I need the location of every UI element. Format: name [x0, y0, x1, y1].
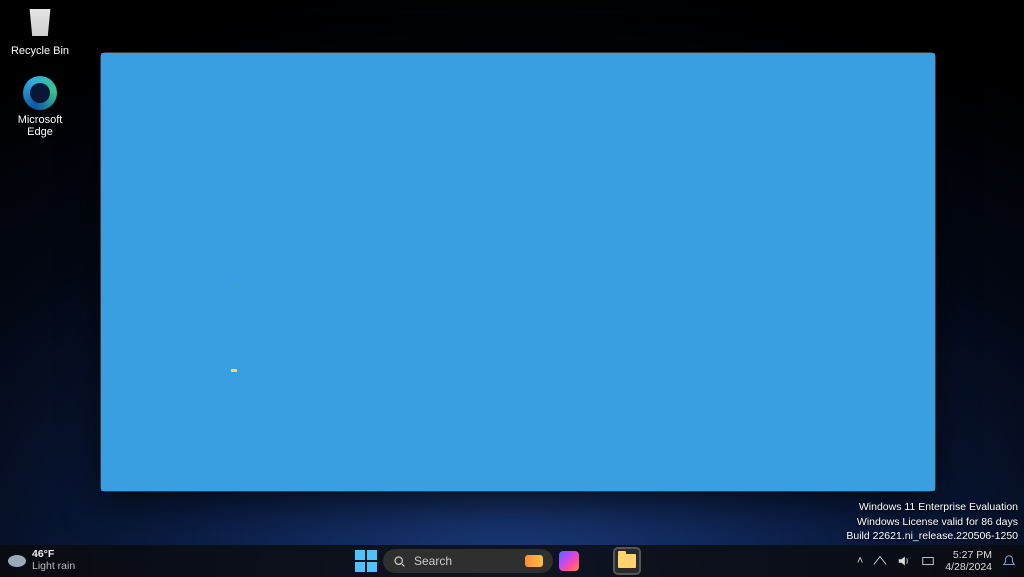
network-icon[interactable]: [873, 554, 887, 568]
desktop-icon-label: Microsoft Edge: [5, 114, 75, 138]
copilot-button[interactable]: [559, 551, 579, 571]
microsoft-edge-icon[interactable]: Microsoft Edge: [5, 72, 75, 138]
tray-icon[interactable]: [921, 554, 935, 568]
folder-icon: [618, 554, 636, 568]
microsoft-store-button[interactable]: [645, 549, 669, 573]
weather-condition: Light rain: [32, 561, 75, 573]
cloud-icon: [8, 555, 26, 567]
tray-chevron-icon[interactable]: ˄: [857, 555, 863, 567]
desktop-icon-label: Recycle Bin: [5, 45, 75, 57]
search-highlight-icon: [525, 555, 543, 567]
volume-icon[interactable]: [897, 554, 911, 568]
system-tray[interactable]: ˄ 5:27 PM 4/28/2024: [857, 549, 1016, 573]
start-button[interactable]: [355, 550, 377, 572]
file-explorer-taskbar-button[interactable]: [615, 549, 639, 573]
file-row[interactable]: Desktop4/24/2024 6:14 PMFile folder: [221, 222, 935, 245]
taskbar-search[interactable]: Search: [383, 549, 553, 573]
activation-watermark: Windows 11 Enterprise Evaluation Windows…: [846, 500, 1018, 543]
clock[interactable]: 5:27 PM 4/28/2024: [945, 549, 992, 573]
recycle-bin-icon[interactable]: Recycle Bin: [5, 0, 75, 57]
task-view-button[interactable]: [585, 549, 609, 573]
edge-logo-icon: [23, 76, 57, 110]
desktop-icons: Recycle Bin Microsoft Edge: [5, 0, 75, 138]
file-explorer-window: Test ✕ ＋ — ✕ › This PC › Local Disk (C:)…: [100, 52, 936, 492]
search-icon: [393, 555, 406, 568]
file-list[interactable]: Contacts4/24/2024 6:14 PMFile folderDesk…: [221, 199, 935, 469]
notifications-button[interactable]: [1002, 554, 1016, 568]
desktop-icon: [221, 227, 421, 241]
weather-widget[interactable]: 46°F Light rain: [8, 549, 75, 572]
file-list-pane: ▴Name Date modified Type Size Contacts4/…: [221, 173, 935, 469]
taskbar[interactable]: 46°F Light rain Search ˄ 5:27 PM 4/28/20…: [0, 545, 1024, 577]
